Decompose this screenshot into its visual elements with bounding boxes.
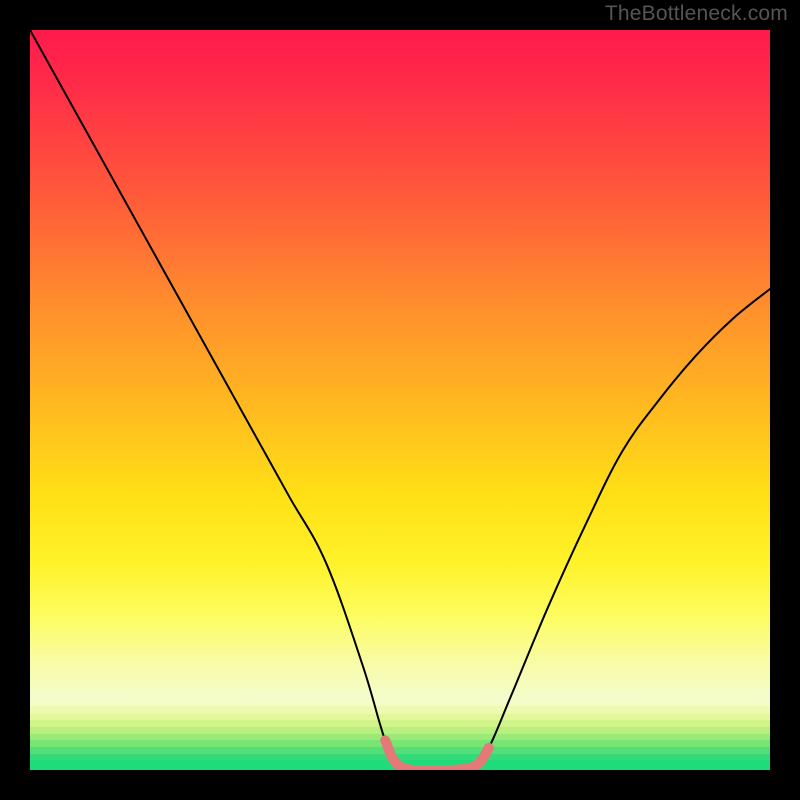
watermark-text: TheBottleneck.com <box>605 2 788 26</box>
curve-svg <box>30 30 770 770</box>
plot-area <box>30 30 770 770</box>
chart-frame: TheBottleneck.com <box>0 0 800 800</box>
bottleneck-curve <box>30 30 770 770</box>
optimal-range-highlight <box>385 740 489 770</box>
